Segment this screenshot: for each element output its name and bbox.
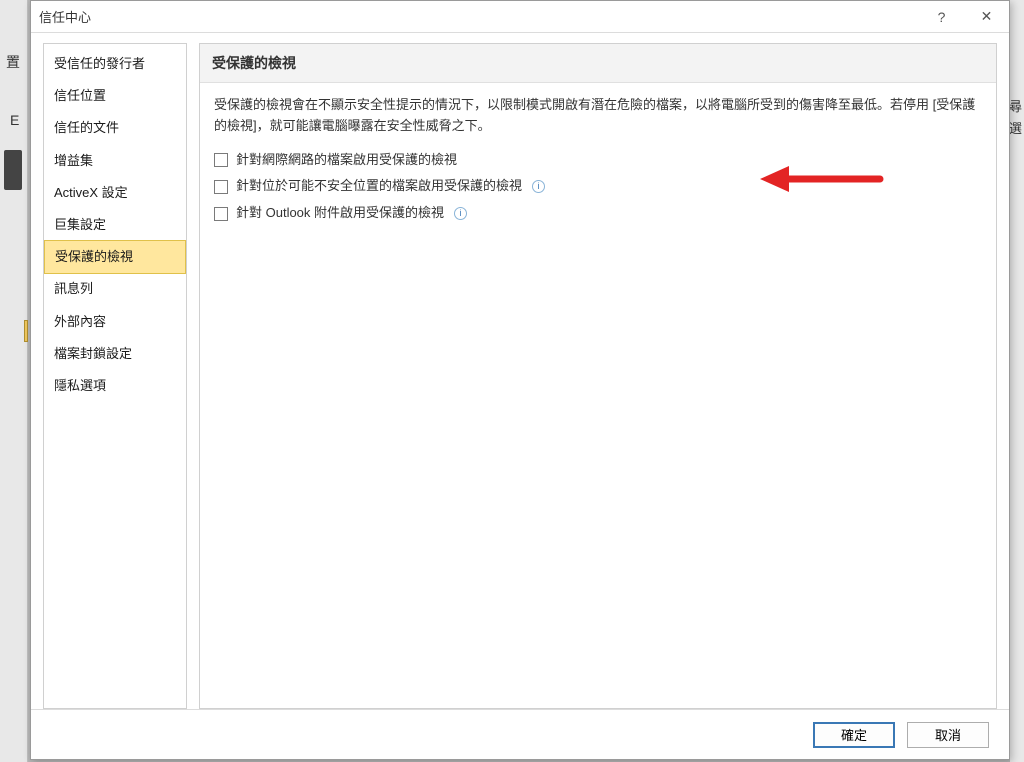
sidebar-item-label: 外部內容 xyxy=(54,314,106,329)
checkbox-row-internet-files: 針對網際網路的檔案啟用受保護的檢視 xyxy=(214,147,982,174)
checkbox-row-unsafe-locations: 針對位於可能不安全位置的檔案啟用受保護的檢視 i xyxy=(214,173,982,200)
help-button[interactable]: ? xyxy=(919,2,964,32)
sidebar-item-external-content[interactable]: 外部內容 xyxy=(44,306,186,338)
section-description: 受保護的檢視會在不顯示安全性提示的情況下，以限制模式開啟有潛在危險的檔案，以將電… xyxy=(214,95,982,137)
help-icon: ? xyxy=(938,9,946,25)
section-title: 受保護的檢視 xyxy=(200,44,996,83)
sidebar-item-trusted-publishers[interactable]: 受信任的發行者 xyxy=(44,48,186,80)
checkbox-unsafe-locations[interactable] xyxy=(214,180,228,194)
dialog-body: 受信任的發行者 信任位置 信任的文件 增益集 ActiveX 設定 巨集設定 受… xyxy=(31,33,1009,709)
sidebar-item-label: 隱私選項 xyxy=(54,378,106,393)
sidebar-item-trusted-locations[interactable]: 信任位置 xyxy=(44,80,186,112)
checkbox-internet-files[interactable] xyxy=(214,153,228,167)
checkbox-outlook-attachments[interactable] xyxy=(214,207,228,221)
sidebar-item-label: 信任位置 xyxy=(54,88,106,103)
bg-decor xyxy=(4,150,22,190)
bg-text: 置 xyxy=(6,52,20,72)
sidebar-item-label: 增益集 xyxy=(54,153,93,168)
bg-text: 尋 xyxy=(1009,96,1022,115)
sidebar-item-label: 信任的文件 xyxy=(54,120,119,135)
sidebar-item-label: 受信任的發行者 xyxy=(54,56,145,71)
info-icon[interactable]: i xyxy=(454,207,467,220)
trust-center-dialog: 信任中心 ? ✕ 受信任的發行者 信任位置 信任的文件 增益集 ActiveX … xyxy=(30,0,1010,760)
dialog-title: 信任中心 xyxy=(39,7,919,26)
background-left-strip: 置 E xyxy=(0,0,28,762)
sidebar-item-label: ActiveX 設定 xyxy=(54,185,128,200)
bg-decor xyxy=(24,320,28,342)
checkbox-label[interactable]: 針對 Outlook 附件啟用受保護的檢視 xyxy=(236,203,444,224)
checkbox-label[interactable]: 針對網際網路的檔案啟用受保護的檢視 xyxy=(236,150,457,171)
close-button[interactable]: ✕ xyxy=(964,2,1009,32)
close-icon: ✕ xyxy=(981,8,993,25)
ok-button[interactable]: 確定 xyxy=(813,722,895,748)
sidebar-item-privacy[interactable]: 隱私選項 xyxy=(44,370,186,402)
sidebar-item-label: 受保護的檢視 xyxy=(55,249,133,264)
checkbox-label[interactable]: 針對位於可能不安全位置的檔案啟用受保護的檢視 xyxy=(236,176,522,197)
background-right-strip: 尋 選 xyxy=(1010,0,1024,762)
section-body: 受保護的檢視會在不顯示安全性提示的情況下，以限制模式開啟有潛在危險的檔案，以將電… xyxy=(200,83,996,239)
sidebar-item-macro-settings[interactable]: 巨集設定 xyxy=(44,209,186,241)
sidebar-item-label: 巨集設定 xyxy=(54,217,106,232)
cancel-button[interactable]: 取消 xyxy=(907,722,989,748)
checkbox-row-outlook-attachments: 針對 Outlook 附件啟用受保護的檢視 i xyxy=(214,200,982,227)
bg-text: 選 xyxy=(1009,118,1022,137)
dialog-footer: 確定 取消 xyxy=(31,709,1009,759)
sidebar-item-label: 訊息列 xyxy=(54,281,93,296)
sidebar-item-addins[interactable]: 增益集 xyxy=(44,145,186,177)
titlebar: 信任中心 ? ✕ xyxy=(31,1,1009,33)
sidebar-item-label: 檔案封鎖設定 xyxy=(54,346,132,361)
sidebar-item-message-bar[interactable]: 訊息列 xyxy=(44,273,186,305)
info-icon[interactable]: i xyxy=(532,180,545,193)
sidebar-item-protected-view[interactable]: 受保護的檢視 xyxy=(44,240,186,274)
sidebar-item-file-block[interactable]: 檔案封鎖設定 xyxy=(44,338,186,370)
sidebar-item-activex[interactable]: ActiveX 設定 xyxy=(44,177,186,209)
sidebar-item-trusted-documents[interactable]: 信任的文件 xyxy=(44,112,186,144)
button-label: 取消 xyxy=(935,725,961,744)
content-panel: 受保護的檢視 受保護的檢視會在不顯示安全性提示的情況下，以限制模式開啟有潛在危險… xyxy=(199,43,997,709)
bg-text: E xyxy=(10,112,19,128)
button-label: 確定 xyxy=(841,725,867,744)
sidebar: 受信任的發行者 信任位置 信任的文件 增益集 ActiveX 設定 巨集設定 受… xyxy=(43,43,187,709)
